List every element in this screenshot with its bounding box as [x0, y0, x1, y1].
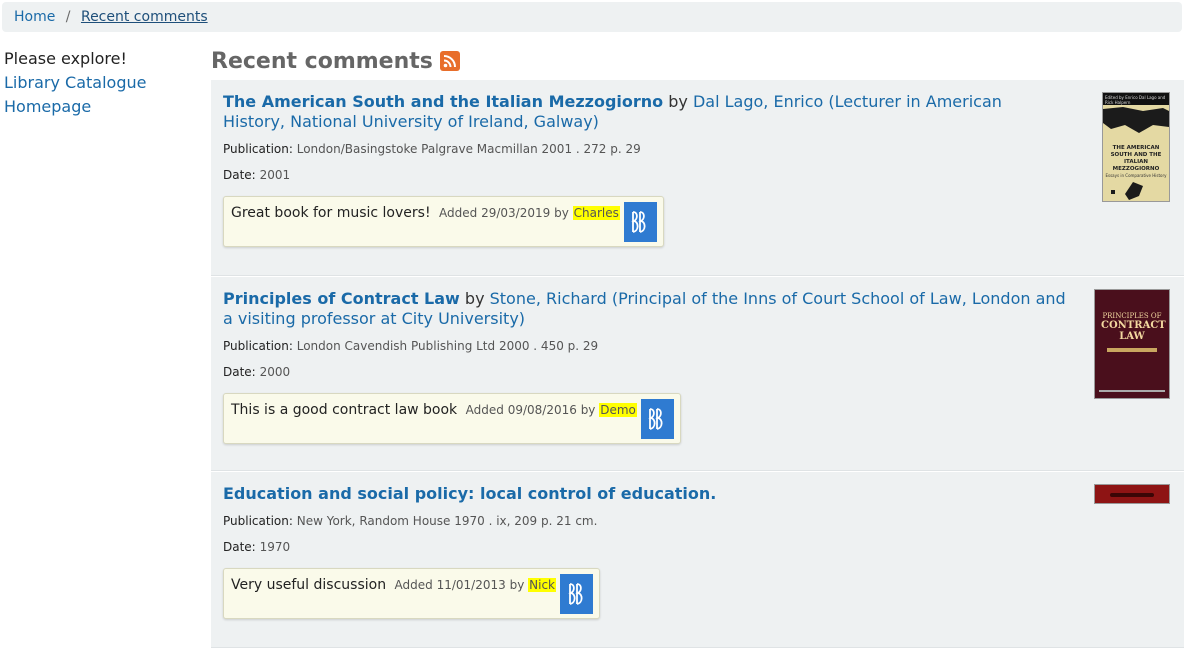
- publication-line: Publication: New York, Random House 1970…: [223, 512, 1172, 530]
- commenter-name: Nick: [528, 578, 556, 592]
- breadcrumb-current-link[interactable]: Recent comments: [81, 9, 208, 25]
- cover-title: CONTRACT LAW: [1101, 320, 1166, 342]
- commenter-name: Charles: [572, 206, 620, 220]
- date-value: 2001: [259, 168, 291, 182]
- publication-line: Publication: London Cavendish Publishing…: [223, 337, 1172, 355]
- comment-text-line: This is a good contract law book Added 0…: [231, 399, 637, 418]
- publication-label: Publication:: [223, 339, 293, 353]
- rss-icon[interactable]: [439, 51, 460, 71]
- cover-top-text: Edited by Enrico Dal Lago and Rick Halpe…: [1103, 93, 1169, 105]
- sidebar-link-library-catalogue[interactable]: Library Catalogue: [4, 71, 204, 95]
- avatar: [560, 574, 593, 614]
- avatar: [640, 399, 674, 439]
- comment-text: This is a good contract law book: [231, 402, 458, 418]
- date-line: Date: 2001: [223, 166, 1172, 184]
- date-label: Date:: [223, 365, 256, 379]
- added-by-label: by: [554, 206, 569, 220]
- date-line: Date: 2000: [223, 363, 1172, 381]
- publication-label: Publication:: [223, 142, 293, 156]
- comment-date: 11/01/2013: [436, 578, 506, 592]
- date-line: Date: 1970: [223, 538, 1172, 556]
- date-label: Date:: [223, 168, 256, 182]
- comment-text: Very useful discussion: [231, 577, 387, 593]
- comment-text: Great book for music lovers!: [231, 205, 431, 221]
- main-content: Recent comments The American South and t…: [211, 42, 1184, 648]
- comment-box: This is a good contract law book Added 0…: [223, 393, 681, 444]
- added-label: Added: [439, 206, 478, 220]
- publication-value: London/Basingstoke Palgrave Macmillan 20…: [296, 142, 641, 156]
- patron-avatar-icon: [631, 211, 646, 233]
- by-label: by: [668, 92, 688, 111]
- sidebar-intro: Please explore!: [4, 49, 127, 68]
- added-by-label: by: [580, 403, 596, 417]
- comment-box: Very useful discussion Added 11/01/2013 …: [223, 568, 600, 619]
- publication-value: London Cavendish Publishing Ltd 2000 . 4…: [296, 339, 599, 353]
- date-value: 1970: [259, 540, 291, 554]
- book-cover-image[interactable]: Edited by Enrico Dal Lago and Rick Halpe…: [1102, 92, 1170, 202]
- comment-item: Education and social policy: local contr…: [211, 471, 1184, 648]
- comment-item: The American South and the Italian Mezzo…: [211, 80, 1184, 276]
- item-title-line: The American South and the Italian Mezzo…: [223, 92, 1068, 132]
- breadcrumb-home-link[interactable]: Home: [14, 9, 55, 25]
- publication-line: Publication: London/Basingstoke Palgrave…: [223, 140, 1172, 158]
- date-value: 2000: [259, 365, 291, 379]
- item-title-line: Principles of Contract Law by Stone, Ric…: [223, 289, 1068, 329]
- breadcrumb-separator: /: [65, 9, 71, 25]
- cover-title: THE AMERICAN SOUTH AND THE ITALIAN MEZZO…: [1110, 145, 1162, 172]
- publication-label: Publication:: [223, 514, 293, 528]
- item-title-line: Education and social policy: local contr…: [223, 484, 1068, 504]
- comment-text-line: Great book for music lovers! Added 29/03…: [231, 202, 620, 221]
- page-title-text: Recent comments: [211, 48, 433, 74]
- patron-avatar-icon: [567, 583, 583, 605]
- commenter-name: Demo: [599, 403, 637, 417]
- sidebar-link-homepage[interactable]: Homepage: [4, 95, 204, 119]
- item-title-link[interactable]: The American South and the Italian Mezzo…: [223, 92, 663, 111]
- comment-added-info: Added 09/08/2016 by Demo: [466, 403, 637, 417]
- comment-box: Great book for music lovers! Added 29/03…: [223, 196, 664, 247]
- sidebar: Please explore! Library Catalogue Homepa…: [4, 47, 204, 119]
- added-by-label: by: [509, 578, 525, 592]
- book-cover-image[interactable]: [1094, 484, 1170, 504]
- breadcrumb: Home / Recent comments: [2, 2, 1182, 32]
- patron-avatar-icon: [648, 408, 663, 430]
- comment-item: Principles of Contract Law by Stone, Ric…: [211, 276, 1184, 471]
- comment-added-info: Added 29/03/2019 by Charles: [439, 206, 620, 220]
- item-title-link[interactable]: Principles of Contract Law: [223, 289, 460, 308]
- comment-date: 09/08/2016: [507, 403, 577, 417]
- comment-added-info: Added 11/01/2013 by Nick: [395, 578, 556, 592]
- page-title: Recent comments: [211, 42, 1184, 80]
- date-label: Date:: [223, 540, 256, 554]
- cover-subtitle: Essays in Comparative History: [1105, 173, 1167, 178]
- book-cover-image[interactable]: PRINCIPLES OF CONTRACT LAW: [1094, 289, 1170, 399]
- added-label: Added: [465, 403, 504, 417]
- publication-value: New York, Random House 1970 . ix, 209 p.…: [296, 514, 598, 528]
- cover-top-text: PRINCIPLES OF: [1102, 312, 1162, 320]
- comment-text-line: Very useful discussion Added 11/01/2013 …: [231, 574, 556, 593]
- avatar: [623, 202, 657, 242]
- comment-date: 29/03/2019: [481, 206, 551, 220]
- item-title-link[interactable]: Education and social policy: local contr…: [223, 484, 716, 503]
- added-label: Added: [394, 578, 433, 592]
- by-label: by: [464, 289, 485, 308]
